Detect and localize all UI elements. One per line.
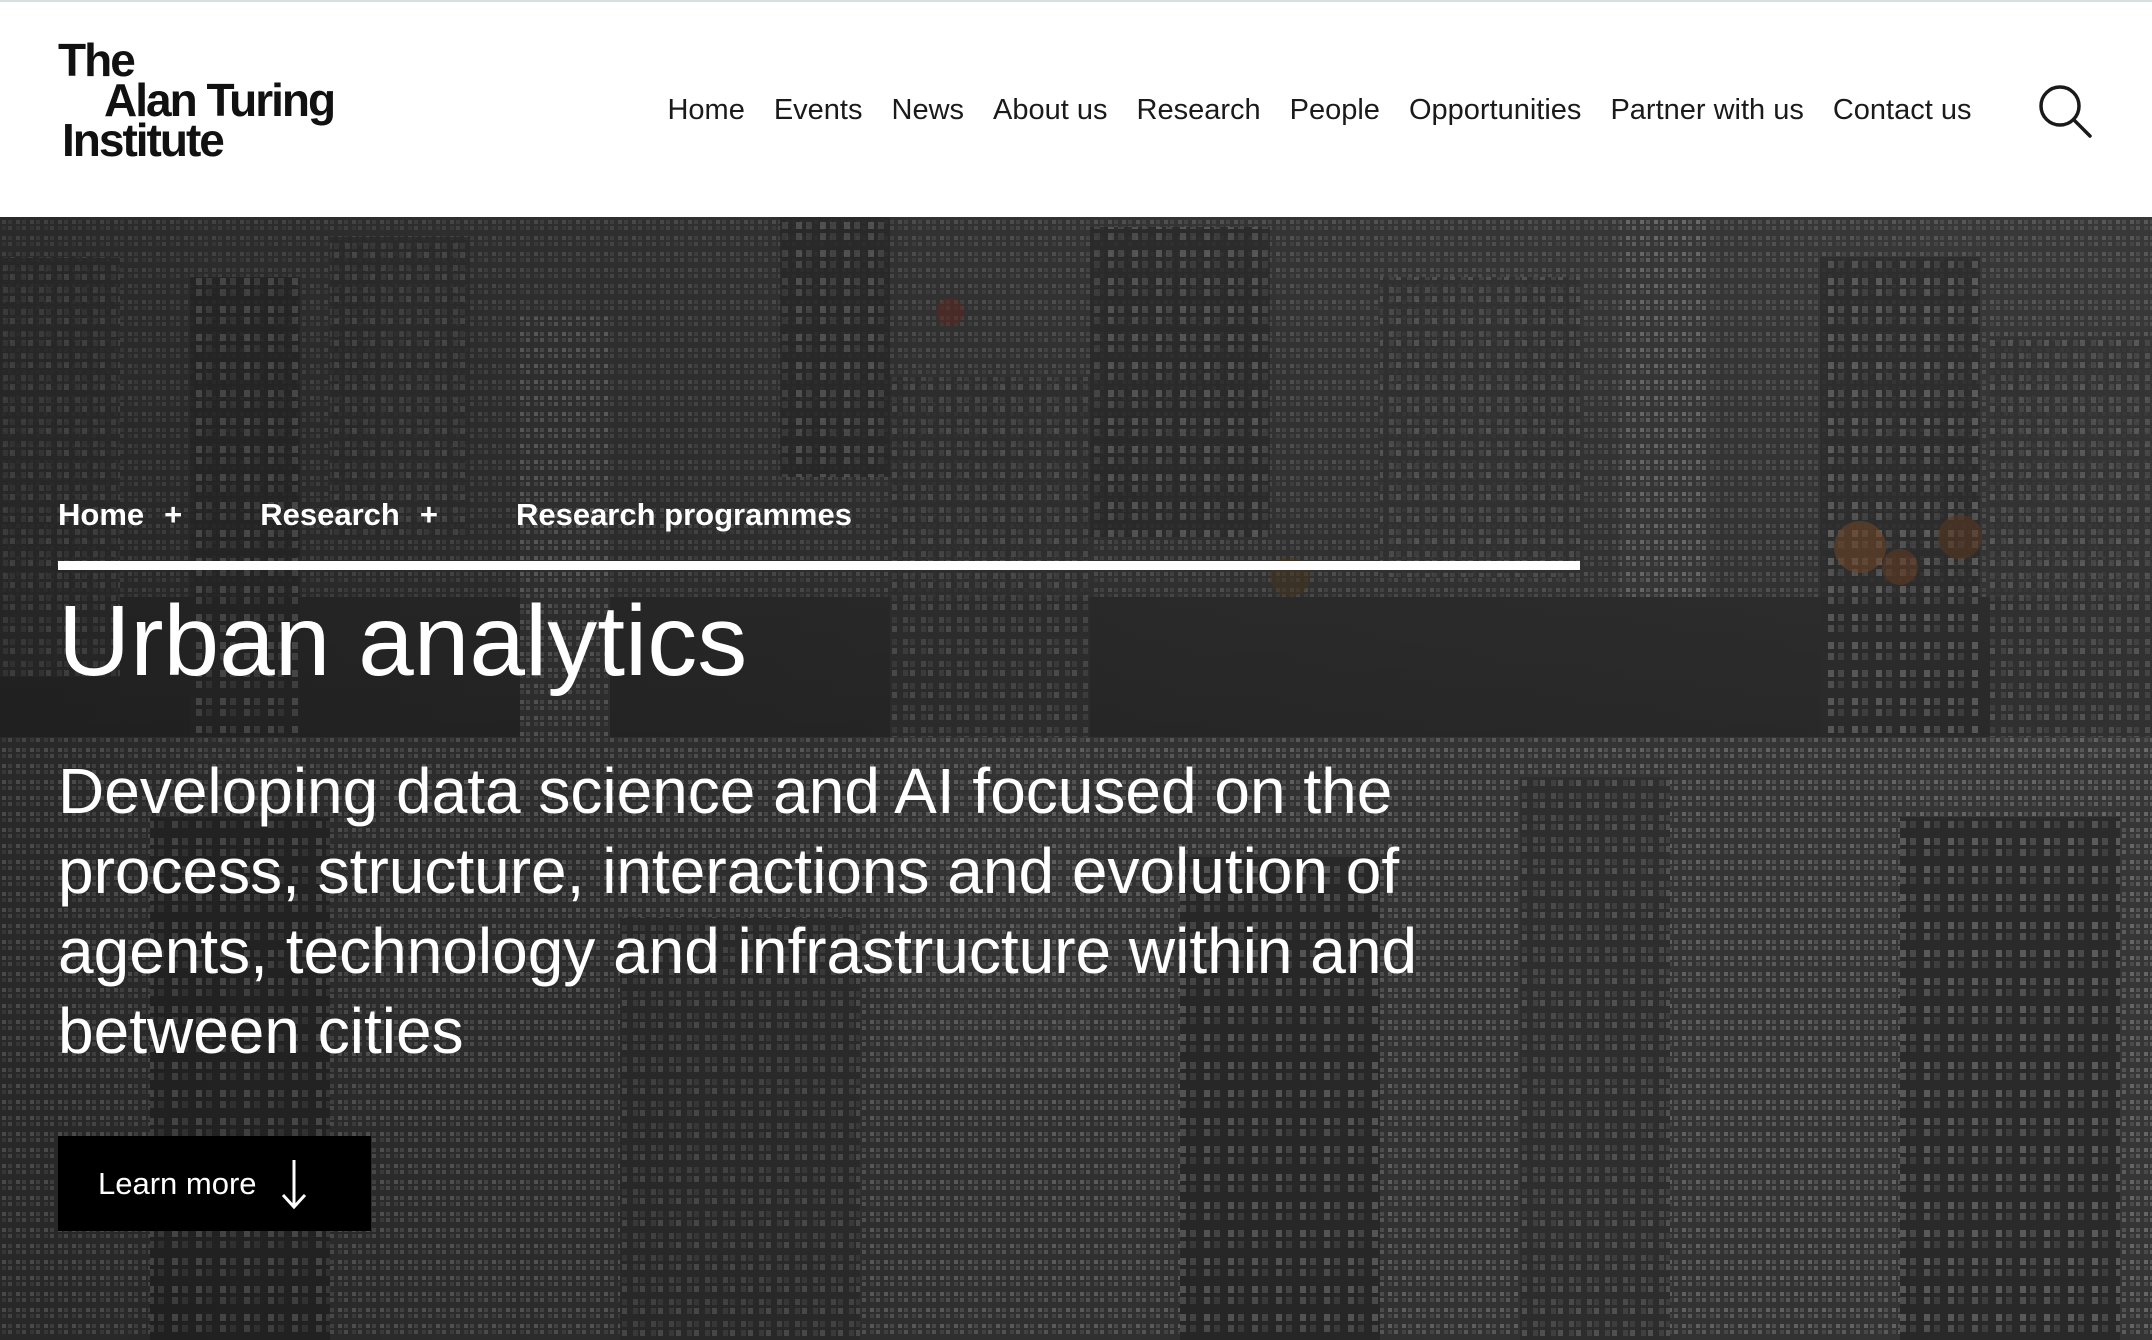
- nav-item-news[interactable]: News: [877, 90, 979, 130]
- learn-more-label: Learn more: [98, 1165, 257, 1201]
- logo-line-3: Institute: [62, 114, 225, 166]
- main-nav: Home Events News About us Research Peopl…: [653, 90, 1986, 130]
- learn-more-button[interactable]: Learn more: [58, 1136, 371, 1231]
- arrow-down-icon: [281, 1159, 306, 1209]
- page: The Alan Turing Institute Home Events Ne…: [0, 0, 2152, 1340]
- page-subtitle: Developing data science and AI focused o…: [58, 755, 1418, 1067]
- nav-item-home[interactable]: Home: [653, 90, 759, 130]
- breadcrumb-item-research[interactable]: Research: [260, 497, 400, 533]
- search-icon: [2039, 85, 2092, 138]
- nav-item-events[interactable]: Events: [759, 90, 877, 130]
- nav-item-partner-with-us[interactable]: Partner with us: [1596, 90, 1818, 130]
- hero-section: Home + Research + Research programmes Ur…: [0, 217, 2152, 1340]
- nav-item-research[interactable]: Research: [1122, 90, 1275, 130]
- site-header: The Alan Turing Institute Home Events Ne…: [0, 0, 2152, 217]
- nav-item-contact-us[interactable]: Contact us: [1818, 90, 1986, 130]
- breadcrumb: Home + Research + Research programmes: [58, 497, 852, 533]
- search-button[interactable]: [2036, 82, 2094, 140]
- breadcrumb-separator: +: [419, 497, 438, 532]
- nav-item-opportunities[interactable]: Opportunities: [1394, 90, 1596, 130]
- breadcrumb-divider: [58, 561, 1580, 570]
- institute-logo[interactable]: The Alan Turing Institute: [58, 37, 358, 170]
- nav-item-about-us[interactable]: About us: [979, 90, 1122, 130]
- breadcrumb-separator: +: [164, 497, 183, 532]
- page-title: Urban analytics: [58, 585, 748, 697]
- nav-item-people[interactable]: People: [1275, 90, 1394, 130]
- breadcrumb-item-research-programmes[interactable]: Research programmes: [516, 497, 852, 533]
- breadcrumb-item-home[interactable]: Home: [58, 497, 144, 533]
